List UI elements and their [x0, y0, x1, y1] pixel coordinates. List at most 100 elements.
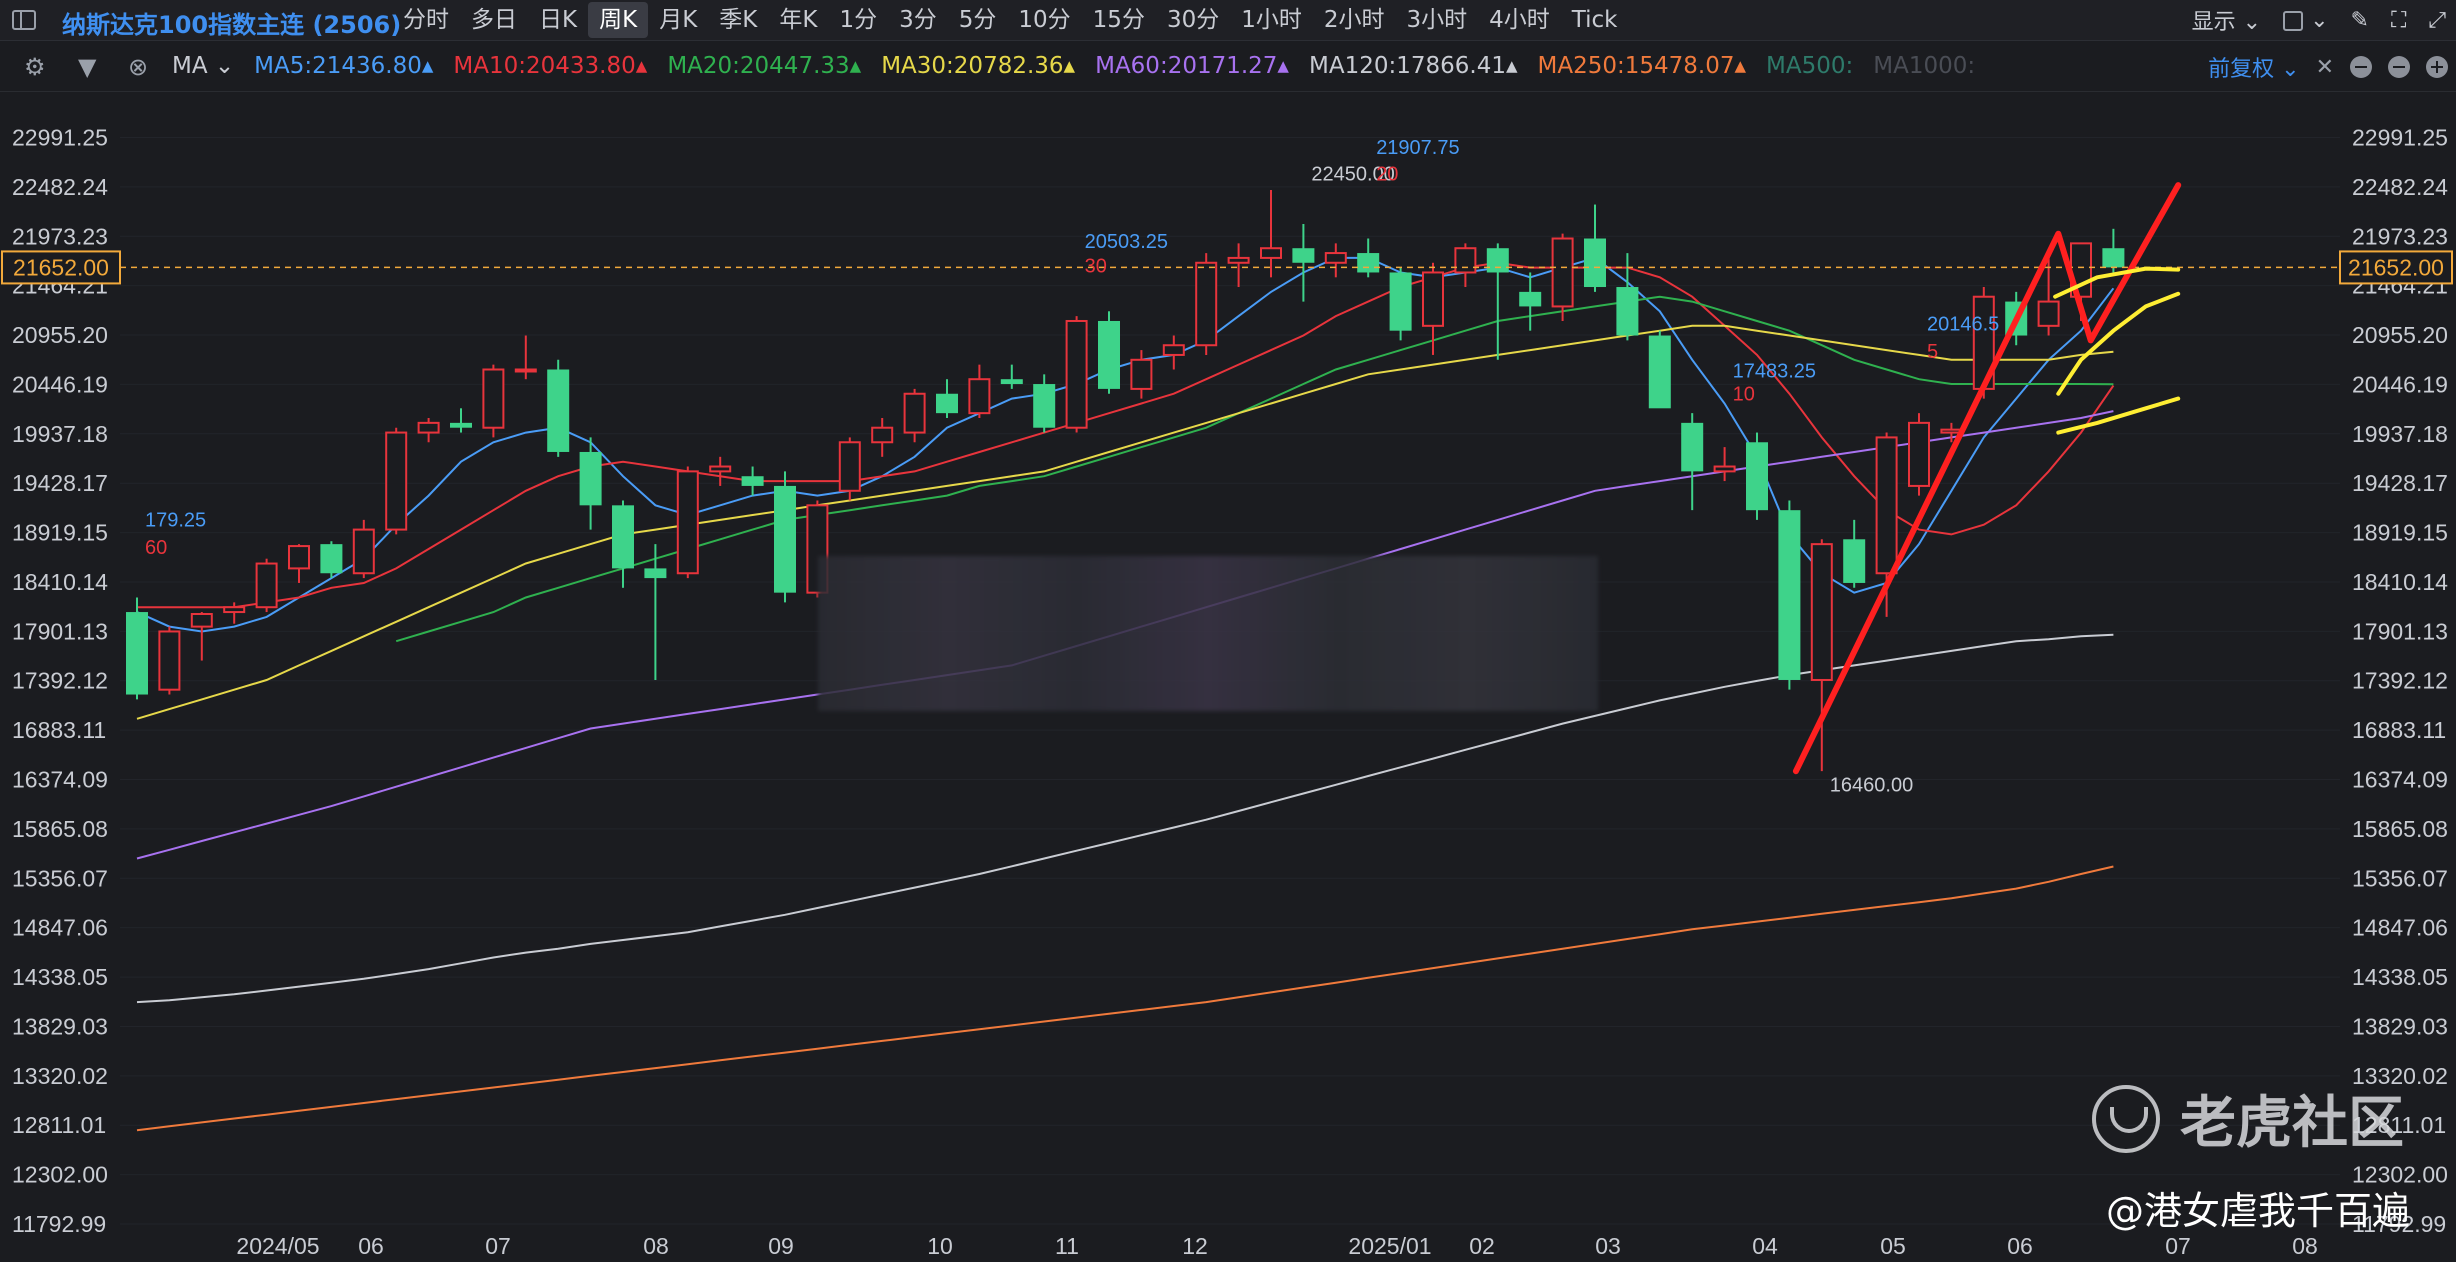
period-tab[interactable]: 分时 [392, 2, 460, 38]
period-tab[interactable]: 周K [588, 2, 649, 38]
y-tick-label-right: 19937.18 [2352, 421, 2448, 447]
chart-annotation: 60 [145, 537, 167, 559]
y-tick-label-left: 22991.25 [12, 124, 108, 150]
ma-value-2: MA20:20447.33▴ [667, 53, 862, 79]
period-tab[interactable]: 30分 [1156, 2, 1230, 38]
chart-annotation: 16460.00 [1830, 775, 1913, 797]
chart-annotation: 5 [1927, 341, 1938, 363]
display-dropdown[interactable]: 显示 ⌄ [2192, 4, 2261, 36]
ma-value-8: MA1000: [1873, 53, 1976, 79]
candle-body [1908, 421, 1930, 487]
chart-annotation: 20503.25 [1085, 231, 1168, 253]
ma-value-3: MA30:20782.36▴ [881, 53, 1076, 79]
period-tab[interactable]: 4小时 [1478, 2, 1561, 38]
period-tab[interactable]: 季K [708, 2, 768, 38]
plus-icon[interactable] [2426, 56, 2448, 78]
x-tick-label: 08 [643, 1233, 669, 1259]
chart-annotation: 30 [1085, 255, 1107, 277]
close-icon[interactable]: ✕ [2316, 55, 2334, 80]
period-tab[interactable]: 5分 [948, 2, 1008, 38]
x-tick-label: 07 [485, 1233, 511, 1259]
period-tab[interactable]: 1分 [828, 2, 888, 38]
layout-dropdown[interactable]: ⌄ [2283, 8, 2329, 33]
candle-body [1422, 271, 1444, 327]
candle-body [1584, 238, 1606, 288]
y-tick-label-left: 17392.12 [12, 668, 108, 694]
candle-body [1260, 247, 1282, 259]
y-tick-label-left: 12302.00 [12, 1162, 108, 1188]
current-price-label-left: 21652.00 [13, 254, 109, 280]
candle-body [1195, 261, 1218, 347]
close-icon[interactable]: ⊗ [128, 53, 148, 81]
adjust-dropdown[interactable]: 前复权 ⌄ [2208, 51, 2299, 83]
candle-body [547, 369, 570, 452]
y-tick-label-left: 16374.09 [12, 767, 108, 793]
minus-icon[interactable] [2350, 56, 2372, 78]
candle-body [514, 368, 537, 373]
period-tab[interactable]: 多日 [460, 2, 528, 38]
ma-type-select[interactable]: MA ⌄ [172, 53, 234, 79]
y-tick-label-left: 20955.20 [12, 322, 108, 348]
chart-annotation: 10 [1733, 384, 1755, 406]
period-tab[interactable]: 月K [648, 2, 708, 38]
period-tab[interactable]: 10分 [1007, 2, 1081, 38]
sidebar-toggle-icon[interactable] [12, 10, 36, 30]
candle-body [1162, 344, 1185, 356]
candle-body [126, 612, 148, 695]
candle-body [1648, 335, 1671, 409]
candle-body [1681, 422, 1704, 472]
period-tab[interactable]: 3分 [888, 2, 948, 38]
expand-icon[interactable]: ⤢ [2428, 8, 2446, 33]
y-tick-label-right: 21973.23 [2352, 223, 2448, 249]
y-tick-label-left: 11792.99 [12, 1211, 106, 1237]
candle-body [741, 476, 764, 486]
period-tab[interactable]: 日K [528, 2, 588, 38]
x-tick-label: 2025/01 [1348, 1233, 1431, 1259]
fullscreen-icon[interactable]: ⛶ [2391, 8, 2406, 33]
y-tick-label-right: 18919.15 [2352, 520, 2448, 546]
current-price-label-right: 21652.00 [2348, 254, 2444, 280]
period-tab[interactable]: 15分 [1082, 2, 1156, 38]
x-tick-label: 09 [768, 1233, 794, 1259]
x-tick-label: 06 [2007, 1233, 2033, 1259]
draw-tool-icon[interactable]: ✎ [2351, 8, 2369, 33]
collapse-icon[interactable]: ▼ [78, 53, 96, 81]
period-tab[interactable]: 1小时 [1230, 2, 1313, 38]
y-tick-label-left: 20446.19 [12, 371, 108, 397]
candle-body [417, 421, 440, 434]
candle-body [1033, 384, 1056, 428]
candle-body [223, 606, 246, 614]
x-tick-label: 05 [1880, 1233, 1906, 1259]
gear-icon[interactable]: ⚙ [24, 53, 46, 81]
ma-value-5: MA120:17866.41▴ [1308, 53, 1518, 79]
x-tick-label: 04 [1752, 1233, 1778, 1259]
ma-value-7: MA500: [1766, 53, 1854, 79]
y-tick-label-left: 18410.14 [12, 569, 108, 595]
y-tick-label-right: 15356.07 [2352, 865, 2448, 891]
candle-body [903, 392, 926, 434]
candle-body [968, 378, 991, 415]
period-tab[interactable]: 2小时 [1313, 2, 1396, 38]
y-tick-label-right: 17392.12 [2352, 668, 2448, 694]
candle-body [385, 431, 408, 531]
period-tab[interactable]: 年K [768, 2, 828, 38]
x-tick-label: 08 [2292, 1233, 2318, 1259]
chevron-down-icon: ⌄ [2242, 10, 2262, 35]
candle-body [612, 505, 634, 569]
period-tab[interactable]: Tick [1561, 2, 1629, 38]
period-tab[interactable]: 3小时 [1396, 2, 1479, 38]
y-tick-label-right: 13829.03 [2352, 1013, 2448, 1039]
candle-body [936, 393, 958, 414]
y-tick-label-right: 14338.05 [2352, 964, 2448, 990]
y-tick-label-right: 18410.14 [2352, 569, 2448, 595]
ma-indicator-bar: ⚙ ▼ ⊗ MA ⌄ MA5:21436.80▴ MA10:20433.80▴ MA… [0, 41, 2456, 92]
candle-body [709, 465, 732, 473]
candle-body [1000, 379, 1023, 385]
candle-body [1843, 539, 1866, 583]
candle-body [1454, 247, 1477, 274]
y-tick-label-left: 13320.02 [12, 1063, 108, 1089]
y-tick-label-left: 19937.18 [12, 421, 108, 447]
zoom-out-icon[interactable] [2388, 56, 2410, 78]
candle-body [2037, 300, 2060, 327]
x-tick-label: 2024/05 [236, 1233, 319, 1259]
